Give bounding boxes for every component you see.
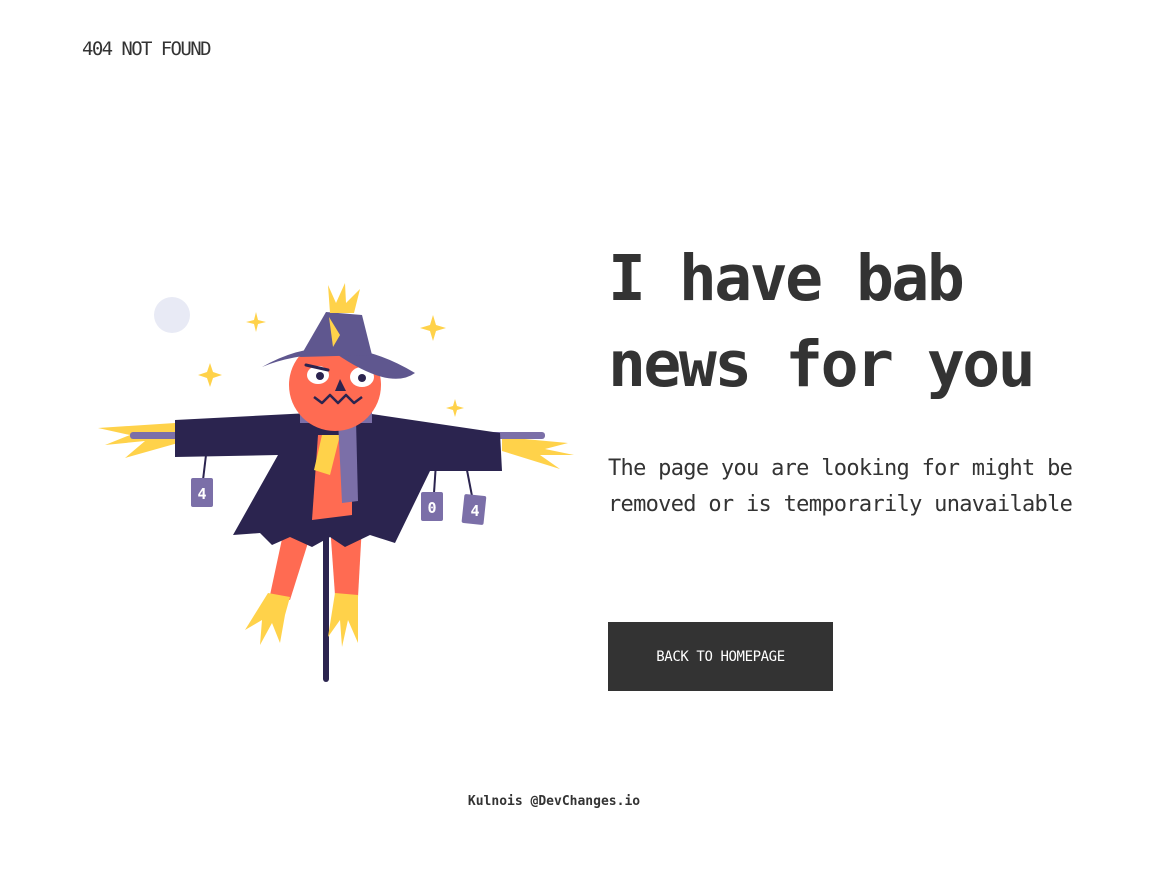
can-label-2: 0: [427, 499, 436, 517]
brand-logo-text: 404 NOT FOUND: [82, 38, 212, 60]
error-headline: I have bab news for you: [608, 236, 1128, 408]
headline-line-1: I have bab: [608, 242, 965, 315]
footer-credit: Kulnois @DevChanges.io: [467, 794, 641, 809]
headline-line-2: news for you: [608, 328, 1036, 401]
can-label-1: 4: [197, 485, 206, 503]
moon-icon: [154, 297, 190, 333]
can-label-3: 4: [470, 502, 479, 520]
scarecrow-illustration: 4 0 4: [90, 275, 590, 690]
error-message: The page you are looking for might be re…: [608, 456, 1073, 517]
back-to-homepage-button[interactable]: BACK TO HOMEPAGE: [608, 622, 833, 691]
